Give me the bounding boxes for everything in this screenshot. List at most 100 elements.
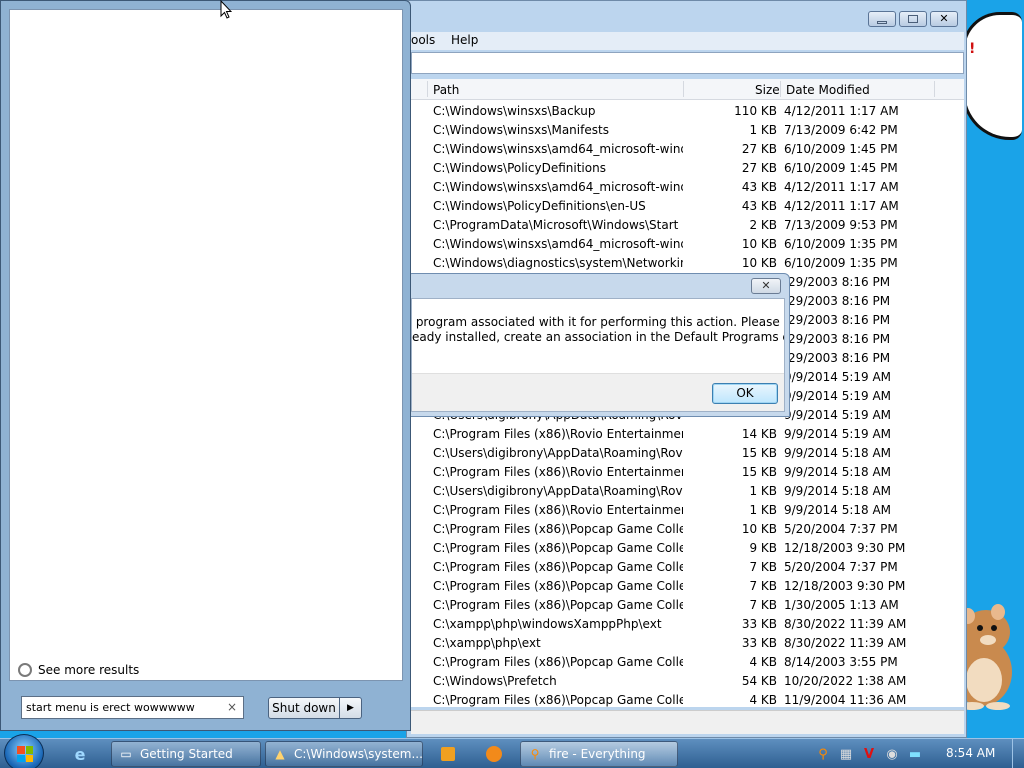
close-icon: ✕ — [939, 12, 949, 25]
table-row[interactable]: C:\Windows\PolicyDefinitions\en-US 43 KB 4… — [411, 197, 964, 216]
cell-size: 1 KB — [749, 484, 777, 498]
cell-path: C:\xampp\php\ext — [433, 636, 541, 650]
column-separator[interactable] — [427, 81, 428, 97]
tray-app-icon[interactable]: ▦ — [837, 745, 855, 763]
table-row[interactable]: C:\Windows\winsxs\Manifests 1 KB 7/13/2009… — [411, 121, 964, 140]
menu-help[interactable]: Help — [451, 33, 478, 47]
paint-icon[interactable] — [474, 742, 514, 766]
cell-size: 27 KB — [741, 142, 777, 156]
taskbar-button-label: C:\Windows\system... — [294, 747, 423, 761]
table-row[interactable]: C:\Program Files (x86)\Rovio Entertainme… — [411, 425, 964, 444]
cell-size: 10 KB — [741, 237, 777, 251]
getting-started-icon: ▭ — [120, 747, 132, 761]
clock[interactable]: 8:54 AM — [946, 746, 995, 760]
table-row[interactable]: C:\Program Files (x86)\Popcap Game Colle… — [411, 558, 964, 577]
column-path[interactable]: Path — [433, 83, 459, 97]
shut-down-button[interactable]: Shut down — [268, 697, 340, 719]
table-row[interactable]: C:\Windows\winsxs\amd64_microsoft-windo.… — [411, 178, 964, 197]
cell-size: 33 KB — [741, 617, 777, 631]
table-row[interactable]: C:\ProgramData\Microsoft\Windows\Start M… — [411, 216, 964, 235]
cell-size: 43 KB — [741, 199, 777, 213]
cell-date: 6/10/2009 1:45 PM — [784, 142, 898, 156]
table-row[interactable]: C:\xampp\php\windowsXamppPhp\ext 33 KB 8/3… — [411, 615, 964, 634]
clear-search-icon[interactable]: × — [225, 700, 239, 714]
cell-path: C:\Program Files (x86)\Popcap Game Colle… — [433, 541, 683, 555]
tray-everything-icon[interactable]: ⚲ — [814, 745, 832, 763]
table-row[interactable]: C:\Windows\PolicyDefinitions 27 KB 6/10/20… — [411, 159, 964, 178]
cell-date: 8/14/2003 3:55 PM — [784, 655, 898, 669]
tray-antivirus-icon[interactable]: V — [860, 745, 878, 763]
tray-display-icon[interactable]: ▬ — [906, 745, 924, 763]
minimize-button[interactable] — [868, 11, 896, 27]
cell-path: C:\Program Files (x86)\Rovio Entertainme… — [433, 465, 683, 479]
shut-down-options-arrow-icon[interactable]: ▶ — [340, 697, 362, 719]
window-controls: ✕ — [868, 11, 958, 27]
close-window-button[interactable]: ✕ — [930, 11, 958, 27]
dialog-close-button[interactable]: ✕ — [751, 278, 781, 294]
cell-date: 7/13/2009 6:42 PM — [784, 123, 898, 137]
windows-logo-icon — [17, 746, 33, 762]
taskbar-button-getting-started[interactable]: ▭ Getting Started — [111, 741, 261, 767]
table-row[interactable]: C:\Program Files (x86)\Popcap Game Colle… — [411, 520, 964, 539]
table-row[interactable]: C:\Program Files (x86)\Popcap Game Colle… — [411, 539, 964, 558]
table-row[interactable]: C:\Program Files (x86)\Popcap Game Colle… — [411, 577, 964, 596]
cell-path: C:\Program Files (x86)\Rovio Entertainme… — [433, 503, 683, 517]
cell-path: C:\Windows\winsxs\amd64_microsoft-windo.… — [433, 180, 683, 194]
taskbar-button-everything[interactable]: ⚲ fire - Everything — [520, 741, 678, 767]
start-button[interactable] — [4, 734, 44, 768]
column-separator[interactable] — [934, 81, 935, 97]
cell-date: 10/20/2022 1:38 AM — [784, 674, 907, 688]
show-desktop-button[interactable] — [1012, 739, 1024, 768]
taskbar-button-cmd[interactable]: ▲ C:\Windows\system... — [265, 741, 423, 767]
cell-path: C:\Users\digibrony\AppData\Roaming\Rovio… — [433, 484, 683, 498]
table-row[interactable]: C:\Windows\winsxs\amd64_microsoft-windo.… — [411, 235, 964, 254]
table-row[interactable]: C:\Windows\Prefetch 54 KB 10/20/2022 1:38 … — [411, 672, 964, 691]
tray-steam-icon[interactable]: ◉ — [883, 745, 901, 763]
table-row[interactable]: C:\Program Files (x86)\Popcap Game Colle… — [411, 596, 964, 615]
cell-date: 9/9/2014 5:18 AM — [784, 465, 892, 479]
cell-size: 43 KB — [741, 180, 777, 194]
cell-path: C:\Windows\winsxs\Manifests — [433, 123, 609, 137]
table-row[interactable]: C:\xampp\php\ext 33 KB 8/30/2022 11:39 AM — [411, 634, 964, 653]
list-header: Path Size Date Modified — [411, 79, 964, 100]
start-menu: See more results × Shut down ▶ — [0, 0, 411, 731]
cell-path: C:\Program Files (x86)\Popcap Game Colle… — [433, 693, 683, 707]
dialog-message-line: eady installed, create an association in… — [412, 330, 784, 344]
cell-path: C:\Windows\PolicyDefinitions\en-US — [433, 199, 646, 213]
cell-size: 15 KB — [741, 465, 777, 479]
cell-size: 27 KB — [741, 161, 777, 175]
see-more-results-link[interactable]: See more results — [18, 663, 139, 677]
table-row[interactable]: C:\Program Files (x86)\Popcap Game Colle… — [411, 691, 964, 707]
table-row[interactable]: C:\Program Files (x86)\Rovio Entertainme… — [411, 501, 964, 520]
cell-path: C:\Windows\winsxs\amd64_microsoft-windo.… — [433, 142, 683, 156]
cell-path: C:\Program Files (x86)\Rovio Entertainme… — [433, 427, 683, 441]
everything-search-input[interactable] — [411, 52, 964, 74]
cell-date: 12/18/2003 9:30 PM — [784, 541, 906, 555]
column-date-modified[interactable]: Date Modified — [786, 83, 870, 97]
cell-date: 6/10/2009 1:35 PM — [784, 256, 898, 270]
table-row[interactable]: C:\Program Files (x86)\Rovio Entertainme… — [411, 463, 964, 482]
table-row[interactable]: C:\Windows\diagnostics\system\Networking… — [411, 254, 964, 273]
internet-explorer-icon[interactable]: e — [60, 742, 100, 766]
column-separator[interactable] — [780, 81, 781, 97]
cell-date: 9/9/2014 5:19 AM — [784, 370, 892, 384]
dialog-message: program associated with it for performin… — [412, 315, 784, 345]
cell-date: 9/9/2014 5:18 AM — [784, 446, 892, 460]
table-row[interactable]: C:\Windows\winsxs\Backup 110 KB 4/12/2011 … — [411, 102, 964, 121]
column-size[interactable]: Size — [755, 83, 780, 97]
table-row[interactable]: C:\Users\digibrony\AppData\Roaming\Rovio… — [411, 482, 964, 501]
cell-size: 7 KB — [749, 579, 777, 593]
cell-size: 14 KB — [741, 427, 777, 441]
table-row[interactable]: C:\Program Files (x86)\Popcap Game Colle… — [411, 653, 964, 672]
start-search-input[interactable] — [21, 696, 244, 719]
ok-button[interactable]: OK — [712, 383, 778, 404]
maximize-button[interactable] — [899, 11, 927, 27]
media-player-icon[interactable] — [428, 742, 468, 766]
desktop-speech-bubble: ! — [962, 12, 1022, 140]
table-row[interactable]: C:\Windows\winsxs\amd64_microsoft-windo.… — [411, 140, 964, 159]
cell-date: 7/13/2009 9:53 PM — [784, 218, 898, 232]
menu-tools[interactable]: ools — [411, 33, 435, 47]
column-separator[interactable] — [683, 81, 684, 97]
table-row[interactable]: C:\Users\digibrony\AppData\Roaming\Rovio… — [411, 444, 964, 463]
cell-path: C:\Program Files (x86)\Popcap Game Colle… — [433, 560, 683, 574]
